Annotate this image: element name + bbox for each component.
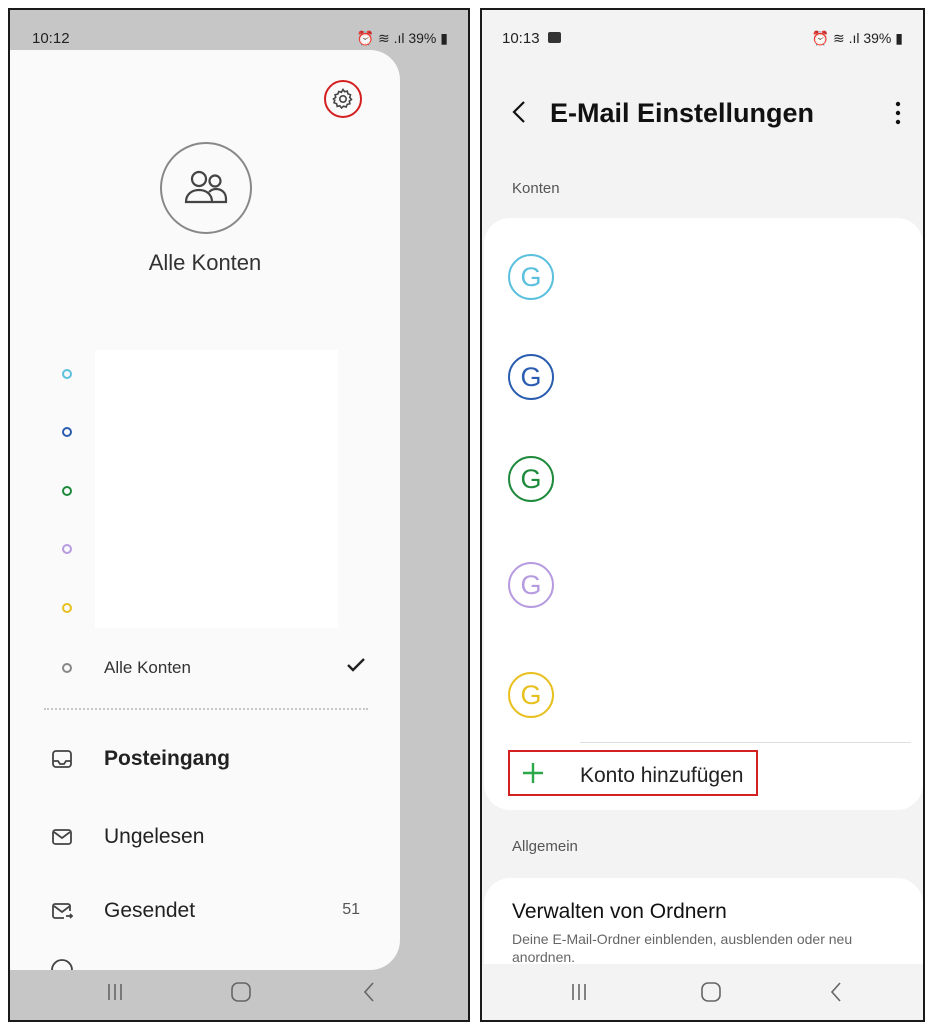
gallery-notification-icon [547, 32, 561, 43]
add-account-button[interactable]: Konto hinzufügen [508, 750, 758, 796]
check-icon [347, 658, 365, 672]
redacted-account-details [566, 228, 916, 738]
menu-item-label: Ungelesen [104, 825, 205, 848]
recent-apps-icon[interactable] [100, 980, 130, 1004]
all-accounts-label: Alle Konten [104, 658, 191, 677]
status-time-text: 10:13 [502, 30, 540, 47]
account-dot-2 [62, 427, 72, 437]
plus-icon [523, 763, 543, 783]
settings-button[interactable] [324, 80, 362, 118]
menu-item-inbox[interactable]: Posteingang [10, 734, 400, 784]
account-letter: G [520, 569, 542, 600]
signal-icon: .ıl [848, 30, 860, 46]
unread-mail-icon [52, 829, 72, 845]
recent-apps-icon[interactable] [564, 980, 594, 1004]
all-accounts-row[interactable]: Alle Konten [10, 648, 400, 688]
right-screenshot-panel: 10:13 ⏰ ≋ .ıl 39% ▮ E-Mail Einstellungen… [480, 8, 925, 1022]
battery-icon: ▮ [895, 30, 903, 46]
battery-icon: ▮ [440, 30, 448, 46]
accounts-section-label: Konten [512, 180, 560, 197]
status-time: 10:12 [32, 30, 70, 47]
account-letter: G [520, 679, 542, 710]
account-avatar-3[interactable]: G [508, 456, 554, 502]
account-avatar-5[interactable]: G [508, 672, 554, 718]
battery-percent: 39% [408, 30, 437, 46]
sent-count-badge: 51 [342, 901, 360, 918]
account-letter: G [520, 463, 542, 494]
alarm-icon: ⏰ [356, 30, 375, 46]
menu-item-sent[interactable]: Gesendet 51 [10, 886, 400, 936]
back-nav-icon[interactable] [355, 980, 385, 1004]
card-divider [580, 742, 911, 743]
account-dot-1 [62, 369, 72, 379]
avatar-label: Alle Konten [148, 250, 262, 275]
redacted-account-list [95, 350, 338, 628]
account-letter: G [520, 361, 542, 392]
manage-folders-description: Deine E-Mail-Ordner einblenden, ausblend… [512, 931, 853, 965]
general-section-label: Allgemein [512, 838, 578, 855]
page-title: E-Mail Einstellungen [550, 98, 815, 128]
home-icon[interactable] [226, 980, 256, 1004]
app-bar: E-Mail Einstellungen [482, 80, 923, 140]
people-icon [184, 170, 228, 204]
account-dot-4 [62, 544, 72, 554]
accounts-card: G G G G G Konto hinzufügen [484, 218, 923, 810]
back-nav-icon[interactable] [822, 980, 852, 1004]
account-letter: G [520, 261, 542, 292]
back-arrow-icon[interactable] [510, 100, 530, 124]
system-navigation-bar [10, 964, 468, 1020]
account-dot-3 [62, 486, 72, 496]
status-icons: ⏰ ≋ .ıl 39% ▮ [812, 30, 903, 47]
gear-icon [332, 88, 353, 110]
sent-mail-icon [52, 903, 74, 919]
home-icon[interactable] [696, 980, 726, 1004]
manage-folders-title: Verwalten von Ordnern [512, 900, 727, 923]
status-time: 10:13 [502, 30, 561, 47]
all-accounts-avatar[interactable] [160, 142, 252, 234]
status-bar: 10:13 ⏰ ≋ .ıl 39% ▮ [482, 10, 923, 50]
wifi-icon: ≋ [832, 30, 845, 46]
menu-item-label: Posteingang [104, 747, 231, 770]
system-navigation-bar [482, 964, 923, 1020]
account-avatar-2[interactable]: G [508, 354, 554, 400]
navigation-drawer: Alle Konten Alle Konten Posteingang Unge… [10, 50, 400, 970]
account-avatar-1[interactable]: G [508, 254, 554, 300]
add-account-label: Konto hinzufügen [580, 764, 744, 787]
status-icons: ⏰ ≋ .ıl 39% ▮ [357, 30, 448, 47]
all-accounts-dot [62, 663, 72, 673]
signal-icon: .ıl [393, 30, 405, 46]
battery-percent: 39% [863, 30, 892, 46]
inbox-icon [52, 750, 72, 768]
dotted-divider [44, 708, 368, 710]
menu-item-label: Gesendet [104, 899, 196, 922]
left-screenshot-panel: 10:12 ⏰ ≋ .ıl 39% ▮ Alle Konten Alle Kon… [8, 8, 470, 1022]
menu-item-unread[interactable]: Ungelesen [10, 812, 400, 862]
wifi-icon: ≋ [377, 30, 390, 46]
status-bar: 10:12 ⏰ ≋ .ıl 39% ▮ [10, 10, 468, 50]
alarm-icon: ⏰ [811, 30, 830, 46]
account-dot-5 [62, 603, 72, 613]
more-options-icon[interactable] [893, 100, 903, 126]
account-avatar-4[interactable]: G [508, 562, 554, 608]
